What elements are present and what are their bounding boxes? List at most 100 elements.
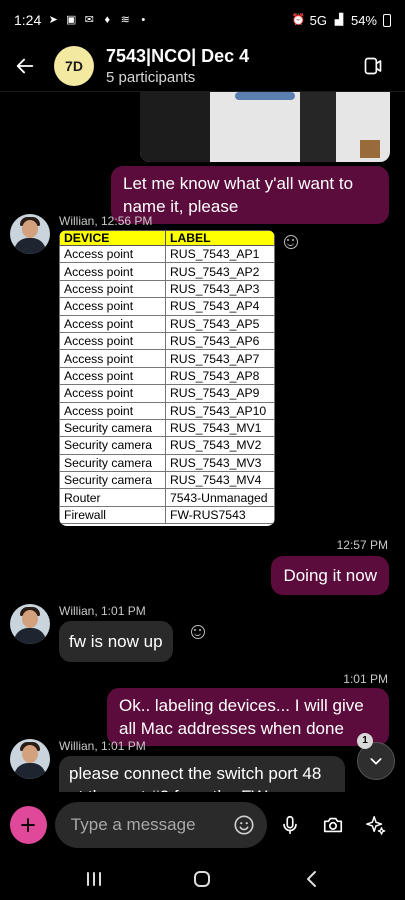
table-cell: Access point [59,297,166,316]
sender-name: Willian, 1:01 PM [59,604,146,618]
table-row: Access point RUS_7543_AP9 [59,384,275,403]
message-incoming[interactable]: please connect the switch port 48 at the… [59,756,345,792]
avatar[interactable] [10,604,50,644]
sender-name: Willian, 12:56 PM [59,214,153,228]
back-button[interactable] [0,40,50,92]
avatar[interactable] [10,739,50,779]
table-cell: Access point [59,314,166,333]
message-composer [0,792,405,858]
table-cell: Security camera [59,418,166,438]
message-outgoing[interactable]: Doing it now [271,556,389,595]
table-cell: Access point [59,279,166,299]
table-cell: RUS_7543_MV4 [165,471,275,490]
camera-button[interactable] [314,805,353,845]
app-icon: ▣ [66,14,77,26]
back-nav-icon [306,871,316,887]
message-timestamp: 12:57 PM [336,538,388,552]
table-header-device: DEVICE [59,230,166,246]
back-nav-button[interactable] [291,864,331,894]
participants-count: 5 participants [106,68,196,86]
shared-photo[interactable] [140,92,390,162]
add-reaction-icon[interactable] [191,625,205,639]
table-cell: RUS_7543_AP5 [165,314,275,333]
table-cell: Access point [59,366,166,386]
video-call-button[interactable] [361,54,385,78]
plus-icon [21,818,36,832]
ai-sparkle-button[interactable] [356,805,395,845]
table-row: Router 7543-Unmanaged [59,488,275,507]
table-row: Security camera RUS_7543_MV4 [59,471,275,490]
chat-header: 7D 7543|NCO| Dec 4 5 participants [0,40,405,92]
wifi-icon: ≋ [120,14,130,26]
attach-button[interactable] [10,806,47,844]
table-row: Security camera RUS_7543_MV1 [59,418,275,438]
message-incoming[interactable]: fw is now up [59,621,173,662]
message-outgoing[interactable]: Let me know what y'all want to name it, … [111,166,389,224]
table-cell: Firewall [59,505,166,525]
table-cell: RUS_7543_AP4 [165,297,275,316]
arrow-left-icon [16,58,34,73]
sparkle-icon [365,816,385,835]
table-cell: 7543-Unmanaged [165,488,275,507]
table-row: Access point RUS_7543_AP10 [59,401,275,420]
message-input-wrapper[interactable] [54,802,267,848]
table-cell: RUS_7543_AP6 [165,331,275,351]
table-row: Access point RUS_7543_AP7 [59,349,275,368]
table-row: Access point RUS_7543_AP1 [59,244,275,264]
table-row: Security camera RUS_7543_MV3 [59,453,275,473]
device-label-table-image[interactable]: DEVICE LABEL Access point RUS_7543_AP1 Ac… [59,230,275,526]
home-button[interactable] [182,864,222,894]
table-cell: Security camera [59,436,166,455]
table-cell: Access point [59,262,166,281]
table-cell: RUS_7543_AP1 [165,244,275,264]
chat-title-block[interactable]: 7543|NCO| Dec 4 5 participants [106,46,249,86]
table-row: Access point RUS_7543_AP3 [59,279,275,299]
group-avatar[interactable]: 7D [54,45,94,86]
table-cell: Router [59,488,166,507]
microphone-button[interactable] [271,805,310,845]
avatar[interactable] [10,214,50,254]
table-cell: RUS_7543_AP10 [165,401,275,420]
sender-name: Willian, 1:01 PM [59,739,146,753]
table-row: Access point RUS_7543_AP2 [59,262,275,281]
home-icon [194,871,211,887]
system-navigation-bar [0,858,405,900]
notification-icon: ♦ [104,14,111,26]
message-input[interactable] [70,815,231,835]
dot-icon: • [141,14,146,26]
table-cell: Access point [59,331,166,351]
network-label: 5G [309,12,327,28]
chat-title: 7543|NCO| Dec 4 [106,45,250,66]
table-cell: RUS_7543_AP2 [165,262,275,281]
microphone-icon [283,815,297,835]
table-cell: RUS_7543_MV3 [165,453,275,473]
emoji-icon[interactable] [233,814,255,836]
battery-icon [383,13,391,27]
message-list[interactable]: Let me know what y'all want to name it, … [0,92,405,792]
status-bar: 1:24 ➤ ▣ ✉ ♦ ≋ • ⏰ 5G ▟ 54% [0,0,405,40]
battery-level: 54% [350,12,377,28]
table-cell: Access point [59,401,166,420]
alarm-icon: ⏰ [291,14,306,26]
recent-apps-button[interactable] [74,864,114,894]
table-cell: Access point [59,349,166,368]
table-cell: FW-RUS7543 [165,505,275,525]
table-header-label: LABEL [165,230,275,246]
table-row: Access point RUS_7543_AP4 [59,297,275,316]
telegram-icon: ➤ [48,14,58,26]
table-cell: RUS_7543_AP7 [165,349,275,368]
table-cell: Access point [59,384,166,403]
message-timestamp: 1:01 PM [343,672,388,686]
unread-badge: 1 [357,733,373,749]
video-call-icon [364,57,382,74]
table-row: Firewall FW-RUS7543 [59,505,275,525]
table-cell: RUS_7543_MV2 [165,436,275,455]
message-outgoing[interactable]: Ok.. labeling devices... I will give all… [107,688,389,746]
add-reaction-icon[interactable] [284,235,298,249]
table-cell: RUS_7543_AP3 [165,279,275,299]
signal-icon: ▟ [334,14,344,26]
status-time: 1:24 [14,12,42,28]
device-table: DEVICE LABEL Access point RUS_7543_AP1 Ac… [59,230,275,525]
recent-apps-icon [87,872,102,886]
table-row: Access point RUS_7543_AP5 [59,314,275,333]
